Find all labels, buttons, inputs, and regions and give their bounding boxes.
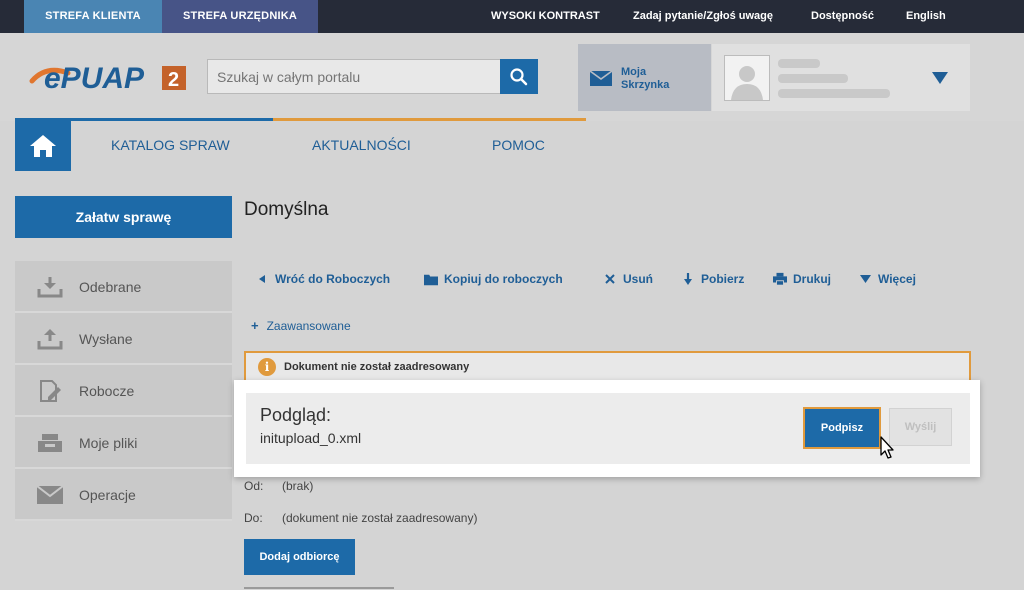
user-menu-dropdown[interactable]: [910, 44, 970, 111]
folder-icon: [424, 272, 438, 286]
epuap-logo[interactable]: ePUAP 2: [28, 59, 190, 95]
blurred-user-name: [778, 59, 820, 68]
user-silhouette-icon: [731, 66, 763, 100]
upload-icon: [37, 327, 63, 351]
envelope-icon: [37, 483, 63, 507]
copy-to-drafts-link[interactable]: Kopiuj do roboczych: [424, 272, 563, 286]
preview-filename: initupload_0.xml: [260, 430, 362, 446]
from-value: (brak): [282, 479, 314, 493]
back-to-drafts-link[interactable]: Wróć do Roboczych: [255, 272, 390, 286]
sidebar-item-wyslane[interactable]: Wysłane: [15, 313, 232, 365]
mouse-pointer-icon: [880, 436, 894, 459]
warning-banner: i Dokument nie został zaadresowany: [244, 351, 971, 382]
sidebar-menu: Odebrane Wysłane Robocze Moje pliki Oper…: [15, 261, 232, 521]
caret-down-icon: [858, 272, 872, 286]
download-icon: [37, 275, 63, 299]
preview-card: Podgląd: initupload_0.xml Podpisz Wyślij: [234, 380, 980, 477]
inbox-label: Moja Skrzynka: [621, 66, 670, 91]
sign-button[interactable]: Podpisz: [803, 407, 881, 449]
sidebar-item-label: Wysłane: [79, 331, 133, 347]
caret-left-icon: [255, 272, 269, 286]
header: ePUAP 2 Moja Skrzynka: [0, 33, 1024, 121]
sidebar-item-label: Odebrane: [79, 279, 142, 295]
nav-katalog-spraw[interactable]: KATALOG SPRAW: [111, 137, 230, 153]
svg-text:ePUAP: ePUAP: [44, 62, 145, 95]
avatar: [724, 55, 770, 101]
add-recipient-button[interactable]: Dodaj odbiorcę: [244, 539, 355, 575]
printer-icon: [773, 272, 787, 286]
plus-icon: +: [251, 318, 259, 333]
download-link[interactable]: Pobierz: [681, 272, 744, 286]
print-link[interactable]: Drukuj: [773, 272, 831, 286]
tab-strefa-urzednika[interactable]: STREFA URZĘDNIKA: [162, 0, 318, 33]
sidebar-item-label: Moje pliki: [79, 435, 138, 451]
sidebar-item-operacje[interactable]: Operacje: [15, 469, 232, 521]
info-icon: i: [258, 357, 276, 376]
delete-link[interactable]: Usuń: [603, 272, 653, 286]
sidebar-item-label: Robocze: [79, 383, 135, 399]
zalatw-sprawe-button[interactable]: Załatw sprawę: [15, 196, 232, 238]
english-link[interactable]: English: [906, 0, 946, 33]
search-input[interactable]: [207, 59, 500, 94]
home-icon: [30, 135, 56, 157]
warning-text: Dokument nie został zaadresowany: [284, 360, 470, 373]
sidebar-item-moje-pliki[interactable]: Moje pliki: [15, 417, 232, 469]
preview-panel: Podgląd: initupload_0.xml Podpisz Wyślij: [246, 393, 970, 464]
inbox-tray-icon: [37, 431, 63, 455]
top-bar: STREFA KLIENTA STREFA URZĘDNIKA WYSOKI K…: [0, 0, 1024, 33]
tab-strefa-klienta[interactable]: STREFA KLIENTA: [24, 0, 162, 33]
send-button: Wyślij: [889, 408, 952, 446]
nav-accent-line: [273, 118, 586, 121]
sidebar-item-robocze[interactable]: Robocze: [15, 365, 232, 417]
more-dropdown[interactable]: Więcej: [858, 272, 916, 286]
search-icon: [510, 67, 528, 85]
sidebar-item-label: Operacje: [79, 487, 136, 503]
to-value: (dokument nie został zaadresowany): [282, 511, 478, 525]
blurred-user-detail: [778, 74, 848, 83]
nav-aktualnosci[interactable]: AKTUALNOŚCI: [312, 137, 411, 153]
high-contrast-link[interactable]: WYSOKI KONTRAST: [491, 0, 600, 33]
draft-icon: [37, 379, 63, 403]
from-label: Od:: [244, 479, 264, 493]
to-label: Do:: [244, 511, 263, 525]
accessibility-link[interactable]: Dostępność: [811, 0, 874, 33]
close-icon: [603, 272, 617, 286]
user-panel: [712, 44, 970, 111]
caret-down-icon: [932, 71, 948, 84]
nav-pomoc[interactable]: POMOC: [492, 137, 545, 153]
svg-text:2: 2: [168, 69, 179, 91]
advanced-toggle[interactable]: + Zaawansowane: [251, 318, 351, 333]
envelope-icon: [590, 71, 612, 86]
cut-off-text: [244, 584, 404, 590]
page-title: Domyślna: [244, 199, 329, 220]
my-inbox-button[interactable]: Moja Skrzynka: [578, 44, 711, 111]
search-button[interactable]: [500, 59, 538, 94]
arrow-down-icon: [681, 272, 695, 286]
blurred-user-email: [778, 89, 890, 98]
sidebar-item-odebrane[interactable]: Odebrane: [15, 261, 232, 313]
home-button[interactable]: [15, 121, 71, 171]
ask-question-link[interactable]: Zadaj pytanie/Zgłoś uwagę: [633, 0, 773, 33]
preview-title: Podgląd:: [260, 405, 332, 425]
